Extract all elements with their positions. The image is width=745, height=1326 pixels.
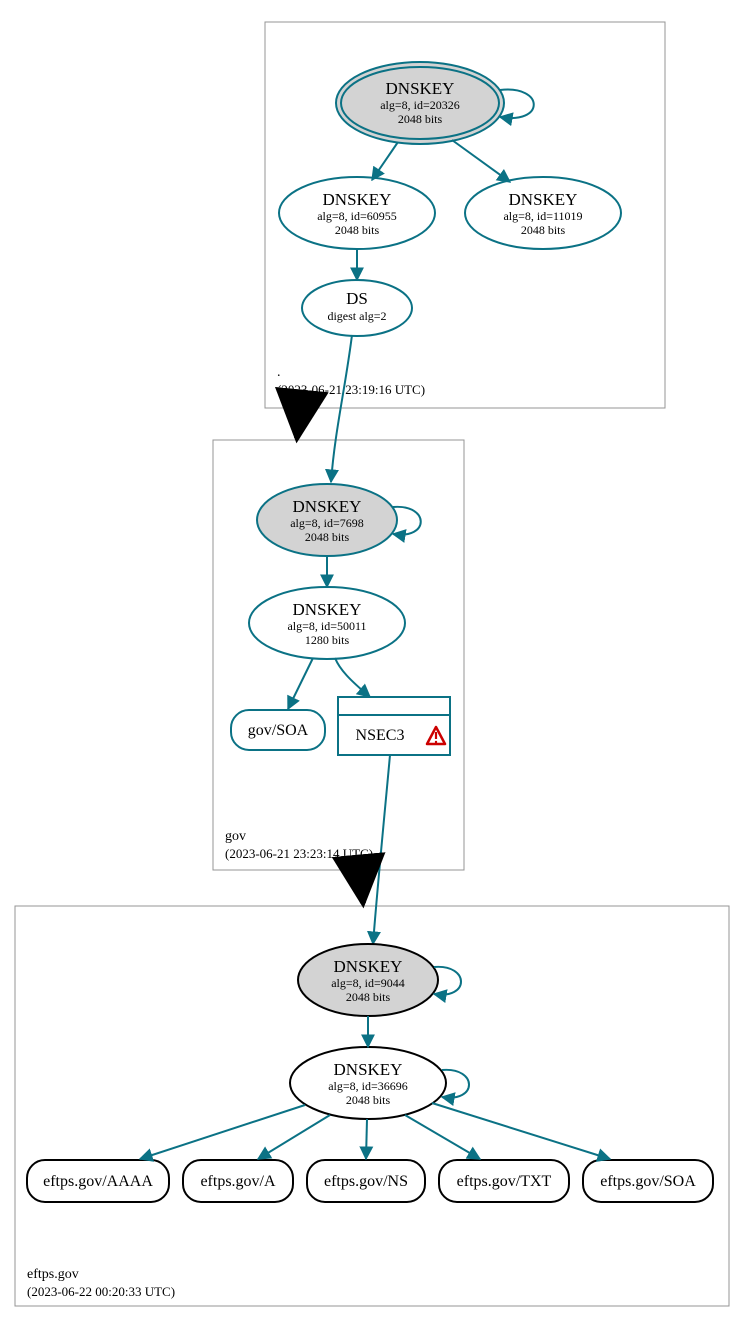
node-eftps-aaaa: eftps.gov/AAAA	[27, 1160, 169, 1202]
svg-text:alg=8, id=20326: alg=8, id=20326	[380, 98, 460, 112]
svg-text:alg=8, id=60955: alg=8, id=60955	[317, 209, 397, 223]
svg-text:DNSKEY: DNSKEY	[293, 497, 362, 516]
zone-gov-label: gov	[225, 829, 246, 844]
node-root-ds: DS digest alg=2	[302, 280, 412, 336]
zone-root-label: .	[277, 365, 281, 380]
node-eftps-ksk: DNSKEY alg=8, id=9044 2048 bits	[298, 944, 438, 1016]
edge-gov-zsk-nsec3	[335, 658, 370, 697]
zone-root-ts: (2023-06-21 23:19:16 UTC)	[277, 382, 425, 397]
zone-gov-ts: (2023-06-21 23:23:14 UTC)	[225, 846, 373, 861]
svg-text:2048 bits: 2048 bits	[398, 112, 443, 126]
svg-text:2048 bits: 2048 bits	[521, 223, 566, 237]
node-root-ksk: DNSKEY alg=8, id=20326 2048 bits	[336, 62, 504, 144]
svg-text:alg=8, id=11019: alg=8, id=11019	[503, 209, 582, 223]
node-eftps-txt: eftps.gov/TXT	[439, 1160, 569, 1202]
svg-text:digest alg=2: digest alg=2	[327, 309, 386, 323]
svg-text:DNSKEY: DNSKEY	[509, 190, 578, 209]
edge-eftps-zsk-aaaa	[140, 1105, 305, 1159]
svg-text:gov/SOA: gov/SOA	[248, 722, 309, 739]
svg-text:2048 bits: 2048 bits	[335, 223, 380, 237]
zone-eftps-label: eftps.gov	[27, 1267, 79, 1282]
svg-text:DNSKEY: DNSKEY	[323, 190, 392, 209]
svg-text:DNSKEY: DNSKEY	[293, 600, 362, 619]
svg-text:alg=8, id=36696: alg=8, id=36696	[328, 1079, 408, 1093]
svg-text:2048 bits: 2048 bits	[346, 990, 391, 1004]
node-eftps-ns: eftps.gov/NS	[307, 1160, 425, 1202]
svg-text:alg=8, id=9044: alg=8, id=9044	[331, 976, 405, 990]
svg-text:1280 bits: 1280 bits	[305, 633, 350, 647]
svg-text:eftps.gov/SOA: eftps.gov/SOA	[600, 1173, 696, 1190]
svg-text:NSEC3: NSEC3	[356, 727, 405, 744]
svg-text:DNSKEY: DNSKEY	[334, 957, 403, 976]
node-root-zsk1: DNSKEY alg=8, id=60955 2048 bits	[279, 177, 435, 249]
svg-text:DNSKEY: DNSKEY	[334, 1060, 403, 1079]
svg-text:DNSKEY: DNSKEY	[386, 79, 455, 98]
edge-zone-gov-eftps	[360, 870, 363, 903]
svg-text:eftps.gov/A: eftps.gov/A	[200, 1173, 276, 1190]
node-root-zsk2: DNSKEY alg=8, id=11019 2048 bits	[465, 177, 621, 249]
node-gov-zsk: DNSKEY alg=8, id=50011 1280 bits	[249, 587, 405, 659]
svg-text:DS: DS	[346, 289, 368, 308]
edge-eftps-zsk-soa	[432, 1103, 610, 1159]
svg-text:eftps.gov/TXT: eftps.gov/TXT	[457, 1173, 552, 1190]
node-eftps-soa: eftps.gov/SOA	[583, 1160, 713, 1202]
edge-eftps-zsk-txt	[405, 1115, 480, 1159]
edge-gov-zsk-soa	[288, 658, 313, 709]
node-eftps-a: eftps.gov/A	[183, 1160, 293, 1202]
zone-eftps-ts: (2023-06-22 00:20:33 UTC)	[27, 1284, 175, 1299]
node-eftps-zsk: DNSKEY alg=8, id=36696 2048 bits	[290, 1047, 446, 1119]
svg-text:2048 bits: 2048 bits	[346, 1093, 391, 1107]
edge-root-ksk-zsk2	[452, 140, 510, 182]
svg-text:alg=8, id=50011: alg=8, id=50011	[287, 619, 366, 633]
node-gov-nsec3: NSEC3	[338, 697, 450, 755]
node-gov-ksk: DNSKEY alg=8, id=7698 2048 bits	[257, 484, 397, 556]
edge-nsec3-eftps-ksk	[373, 755, 390, 944]
edge-eftps-zsk-ns	[366, 1119, 367, 1159]
svg-text:alg=8, id=7698: alg=8, id=7698	[290, 516, 364, 530]
svg-text:eftps.gov/NS: eftps.gov/NS	[324, 1173, 408, 1190]
edge-eftps-zsk-a	[258, 1115, 330, 1159]
edge-zone-root-gov	[297, 408, 300, 438]
node-gov-soa: gov/SOA	[231, 710, 325, 750]
svg-text:eftps.gov/AAAA: eftps.gov/AAAA	[43, 1173, 153, 1190]
edge-root-ksk-self	[500, 90, 534, 118]
edge-root-ksk-zsk1	[372, 142, 398, 180]
svg-text:2048 bits: 2048 bits	[305, 530, 350, 544]
